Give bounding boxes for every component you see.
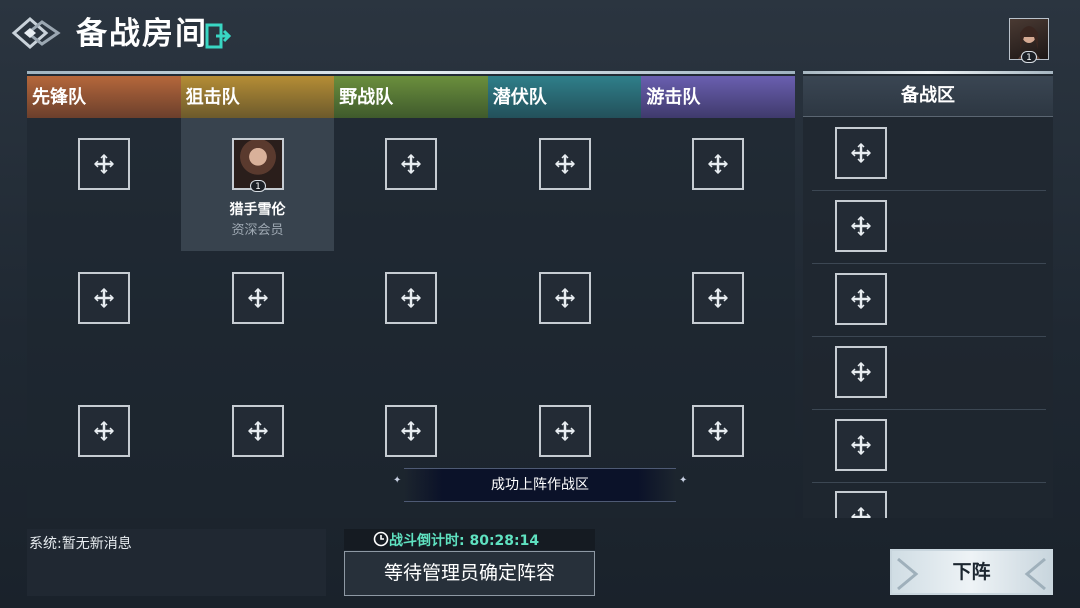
- add-icon: [248, 421, 268, 441]
- empty-slot-button[interactable]: [232, 272, 284, 324]
- add-icon: [851, 143, 871, 163]
- clock-icon: [373, 531, 389, 547]
- tab-sniper[interactable]: 狙击队: [180, 76, 335, 118]
- tab-vanguard[interactable]: 先锋队: [27, 76, 181, 118]
- tab-ambush[interactable]: 潜伏队: [487, 76, 642, 118]
- add-icon: [555, 421, 575, 441]
- bench-slot-button[interactable]: [835, 127, 887, 179]
- add-icon: [94, 288, 114, 308]
- sparkle-icon: ✦: [679, 475, 688, 486]
- add-icon: [555, 154, 575, 174]
- empty-slot-button[interactable]: [692, 405, 744, 457]
- add-icon: [94, 154, 114, 174]
- member-avatar[interactable]: 1: [232, 138, 284, 192]
- add-icon: [851, 435, 871, 455]
- page-title: 备战房间: [76, 16, 208, 52]
- empty-slot-button[interactable]: [385, 138, 437, 190]
- tab-guerrilla[interactable]: 游击队: [641, 76, 795, 118]
- add-icon: [851, 507, 871, 518]
- player-avatar[interactable]: 1: [1009, 18, 1049, 63]
- empty-slot-button[interactable]: [539, 272, 591, 324]
- bench-separator: [812, 409, 1046, 410]
- empty-slot-button[interactable]: [232, 405, 284, 457]
- empty-slot-button[interactable]: [78, 405, 130, 457]
- add-icon: [708, 421, 728, 441]
- bench-separator: [812, 336, 1046, 337]
- system-message: 系统:暂无新消息: [29, 536, 132, 552]
- chevron-right-icon: [897, 557, 919, 591]
- empty-slot-button[interactable]: [385, 272, 437, 324]
- empty-slot-button[interactable]: [692, 272, 744, 324]
- bench-slot-button[interactable]: [835, 346, 887, 398]
- member-rank: 资深会员: [231, 223, 284, 238]
- add-icon: [708, 288, 728, 308]
- tab-field[interactable]: 野战队: [334, 76, 488, 118]
- player-level-badge: 1: [1021, 51, 1037, 63]
- bench-slot-clip: [803, 490, 1053, 518]
- add-icon: [851, 362, 871, 382]
- empty-slot-button[interactable]: [385, 405, 437, 457]
- bench-slot-button[interactable]: [835, 491, 887, 518]
- bench-slot-button[interactable]: [835, 200, 887, 252]
- battle-countdown: 战斗倒计时: 80:28:14: [389, 533, 540, 549]
- back-icon[interactable]: [10, 14, 66, 52]
- bench-divider: [803, 71, 1053, 74]
- squad-tabs: 先锋队 狙击队 野战队 潜伏队 游击队: [27, 76, 795, 118]
- add-icon: [851, 289, 871, 309]
- add-icon: [401, 154, 421, 174]
- panel-divider: [27, 71, 795, 74]
- bench-separator: [812, 482, 1046, 483]
- empty-slot-button[interactable]: [78, 138, 130, 190]
- bench-slot-button[interactable]: [835, 273, 887, 325]
- empty-slot-button[interactable]: [692, 138, 744, 190]
- bench-slot-button[interactable]: [835, 419, 887, 471]
- success-toast: 成功上阵作战区: [404, 468, 676, 502]
- bench-title: 备战区: [803, 76, 1053, 117]
- add-icon: [94, 421, 114, 441]
- exit-room-icon[interactable]: [204, 22, 232, 50]
- empty-slot-button[interactable]: [539, 138, 591, 190]
- bench-separator: [812, 190, 1046, 191]
- add-icon: [401, 421, 421, 441]
- add-icon: [555, 288, 575, 308]
- add-icon: [708, 154, 728, 174]
- add-icon: [248, 288, 268, 308]
- await-admin-confirm-button[interactable]: 等待管理员确定阵容: [344, 551, 595, 596]
- add-icon: [401, 288, 421, 308]
- bench-separator: [812, 263, 1046, 264]
- empty-slot-button[interactable]: [539, 405, 591, 457]
- member-level-badge: 1: [250, 180, 266, 192]
- remove-button-label: 下阵: [952, 561, 991, 583]
- remove-from-lineup-button[interactable]: 下阵: [890, 549, 1053, 595]
- sparkle-icon: ✦: [393, 475, 402, 486]
- empty-slot-button[interactable]: [78, 272, 130, 324]
- chevron-left-icon: [1024, 557, 1046, 591]
- member-name: 猎手雪伦: [229, 202, 286, 218]
- add-icon: [851, 216, 871, 236]
